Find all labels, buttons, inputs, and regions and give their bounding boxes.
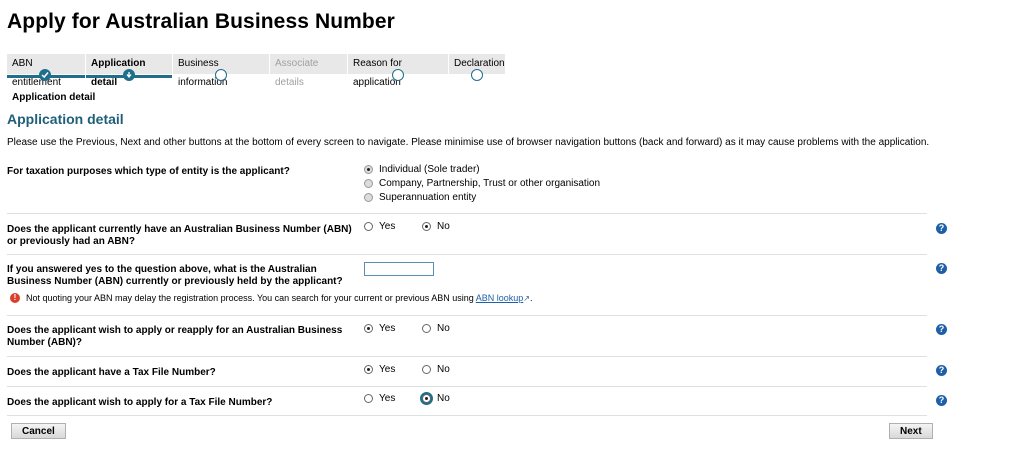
has-abn-yes[interactable]: Yes	[364, 221, 395, 232]
step-reason-for-application[interactable]: Reason for application	[348, 54, 449, 88]
option-label: Yes	[379, 364, 396, 375]
question-apply-abn: Does the applicant wish to apply or reap…	[7, 325, 343, 348]
apply-abn-yes[interactable]: Yes	[364, 323, 395, 334]
radio-button[interactable]	[422, 222, 431, 231]
entity-option-company[interactable]: Company, Partnership, Trust or other org…	[364, 178, 600, 189]
divider	[7, 254, 927, 255]
warning-suffix: .	[530, 293, 533, 303]
help-icon[interactable]: ?	[936, 395, 947, 406]
abn-number-input[interactable]	[364, 262, 434, 276]
option-label: Yes	[379, 393, 396, 404]
option-label: Company, Partnership, Trust or other org…	[379, 178, 601, 189]
step-declaration[interactable]: Declaration	[449, 54, 506, 81]
divider	[7, 356, 927, 357]
entity-option-superannuation[interactable]: Superannuation entity	[364, 192, 476, 203]
radio-button[interactable]	[364, 394, 373, 403]
step-associate-details: Associate details	[270, 54, 348, 88]
step-label: Associate details	[275, 58, 319, 88]
apply-tfn-yes[interactable]: Yes	[364, 393, 395, 404]
divider	[7, 315, 927, 316]
step-application-detail[interactable]: Application detail	[86, 54, 173, 88]
question-abn-number: If you answered yes to the question abov…	[7, 264, 343, 287]
option-label: Yes	[379, 221, 396, 232]
step-business-information[interactable]: Business information	[173, 54, 270, 88]
external-link-icon: ↗	[523, 294, 530, 303]
radio-button[interactable]	[364, 179, 373, 188]
option-label: No	[437, 393, 450, 404]
check-icon	[39, 69, 51, 81]
help-icon[interactable]: ?	[936, 324, 947, 335]
intro-text: Please use the Previous, Next and other …	[7, 137, 930, 148]
question-apply-tfn: Does the applicant wish to apply for a T…	[7, 397, 273, 408]
current-step-icon	[123, 69, 135, 81]
radio-button[interactable]	[364, 365, 373, 374]
has-abn-no[interactable]: No	[422, 221, 450, 232]
entity-option-individual[interactable]: Individual (Sole trader)	[364, 164, 480, 175]
radio-button[interactable]	[364, 165, 373, 174]
divider	[7, 213, 927, 214]
radio-button[interactable]	[422, 324, 431, 333]
breadcrumb: Application detail	[12, 92, 96, 103]
radio-button[interactable]	[422, 394, 431, 403]
step-circle-icon	[392, 69, 404, 81]
warning-text: Not quoting your ABN may delay the regis…	[26, 293, 474, 303]
abn-warning-message: ! Not quoting your ABN may delay the reg…	[10, 293, 533, 303]
apply-abn-no[interactable]: No	[422, 323, 450, 334]
option-label: Superannuation entity	[379, 192, 477, 203]
has-tfn-yes[interactable]: Yes	[364, 364, 395, 375]
step-label: Declaration	[454, 58, 505, 69]
option-label: Yes	[379, 323, 396, 334]
cancel-button[interactable]: Cancel	[11, 423, 66, 439]
help-icon[interactable]: ?	[936, 365, 947, 376]
radio-button[interactable]	[364, 193, 373, 202]
step-label: ABN entitlement	[12, 58, 61, 88]
divider	[7, 386, 927, 387]
step-abn-entitlement[interactable]: ABN entitlement	[7, 54, 86, 88]
progress-stepper: ABN entitlement Application detail Busin…	[7, 54, 506, 88]
page-title: Apply for Australian Business Number	[7, 10, 395, 33]
step-circle-icon	[215, 69, 227, 81]
section-heading: Application detail	[7, 111, 124, 127]
apply-tfn-no[interactable]: No	[422, 393, 450, 404]
radio-button[interactable]	[364, 324, 373, 333]
help-icon[interactable]: ?	[936, 263, 947, 274]
has-tfn-no[interactable]: No	[422, 364, 450, 375]
step-label: Application detail	[91, 58, 146, 88]
radio-button[interactable]	[422, 365, 431, 374]
divider	[7, 415, 927, 416]
question-has-abn: Does the applicant currently have an Aus…	[7, 224, 352, 247]
abn-lookup-link[interactable]: ABN lookup	[476, 293, 524, 303]
option-label: No	[437, 323, 450, 334]
step-circle-icon	[471, 69, 483, 81]
next-button[interactable]: Next	[889, 423, 933, 439]
question-has-tfn: Does the applicant have a Tax File Numbe…	[7, 367, 216, 378]
help-icon[interactable]: ?	[936, 223, 947, 234]
question-entity-type: For taxation purposes which type of enti…	[7, 166, 290, 177]
radio-button[interactable]	[364, 222, 373, 231]
option-label: No	[437, 364, 450, 375]
option-label: Individual (Sole trader)	[379, 164, 480, 175]
warning-icon: !	[10, 293, 20, 303]
option-label: No	[437, 221, 450, 232]
